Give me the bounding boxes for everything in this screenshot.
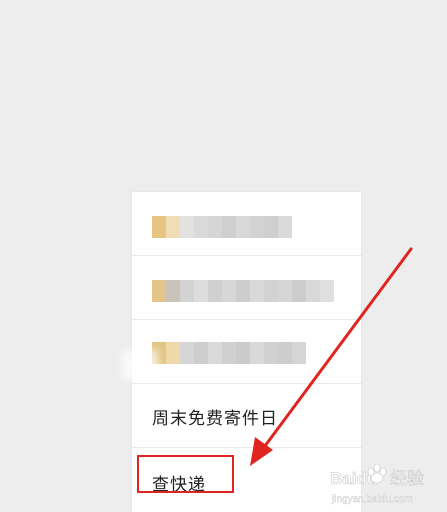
baidu-jingyan-watermark: Baidu 经验 jingyan.baidu.com [330, 463, 424, 505]
pointer-arrow [250, 247, 413, 466]
watermark-domain: jingyan.baidu.com [331, 494, 413, 505]
watermark-suffix: 经验 [390, 469, 424, 489]
